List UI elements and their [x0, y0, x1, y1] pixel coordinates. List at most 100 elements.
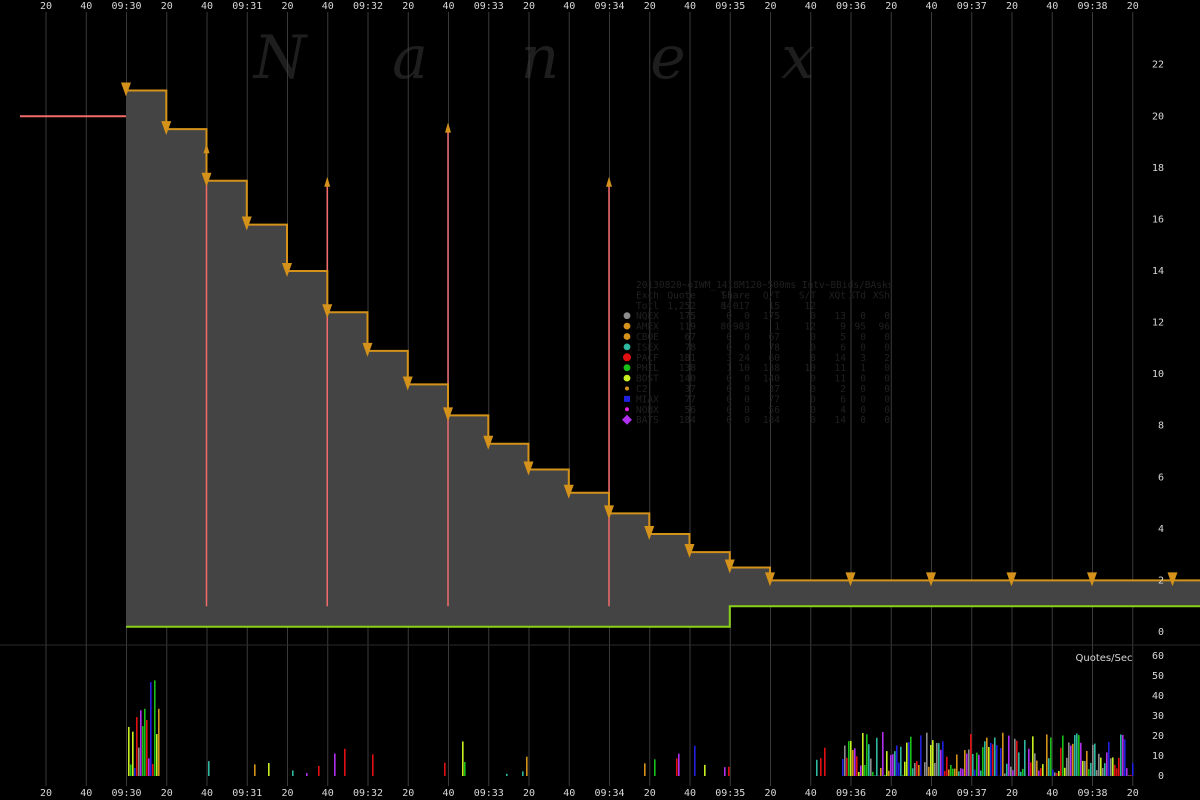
legend-row-cell: 0 — [860, 332, 866, 343]
quotes-per-sec-bar — [948, 769, 950, 776]
legend-row-cell: 0 — [884, 394, 890, 405]
quotes-per-sec-bar — [292, 770, 294, 776]
spike-marker — [324, 176, 331, 187]
quotes-per-sec-bar — [154, 680, 156, 776]
legend-header-cell: XQt — [829, 290, 846, 301]
quotes-per-sec-bar — [1108, 741, 1110, 776]
quotes-per-sec-bar — [506, 773, 508, 776]
legend-row-cell: 138 — [679, 363, 696, 374]
legend-marker — [623, 364, 631, 372]
x-tick-label-bottom: 40 — [1046, 788, 1058, 799]
quotes-per-sec-bar — [372, 754, 374, 776]
x-tick-label-bottom: 40 — [322, 788, 334, 799]
legend-row-cell: 78 — [769, 342, 781, 353]
quotes-per-sec-bar — [842, 759, 844, 776]
legend-row-cell: 0 — [860, 374, 866, 385]
quotes-per-sec-bar — [144, 708, 146, 776]
legend-row-cell: 0 — [884, 363, 890, 374]
legend-row-cell: 0 — [726, 342, 732, 353]
quotes-per-sec-bar — [884, 774, 886, 776]
legend-row-cell: 12 — [805, 322, 816, 333]
x-tick-label-top: 20 — [402, 1, 414, 12]
legend-row-cell: 0 — [726, 374, 732, 385]
quotes-per-sec-bar — [930, 745, 932, 776]
quotes-per-sec-bar — [918, 765, 920, 776]
y-tick-label: 8 — [1158, 421, 1164, 432]
legend-row-cell: 2 — [840, 384, 846, 395]
legend-row-cell: 1 — [726, 363, 732, 374]
y-tick-label: 20 — [1152, 111, 1164, 122]
quotes-per-sec-bar — [910, 736, 912, 776]
quotes-per-sec-bar — [856, 756, 858, 776]
legend-row-cell: 8 — [810, 353, 816, 364]
quotes-per-sec-bar — [522, 771, 524, 776]
legend-row-cell: 5 — [840, 332, 846, 343]
quotes-per-sec-bar — [1060, 747, 1062, 776]
legend-row-cell: 37 — [769, 384, 780, 395]
quotes-per-sec-bar — [268, 763, 270, 776]
quotes-per-sec-bar — [1018, 752, 1020, 776]
volume-tick-label: 30 — [1152, 711, 1164, 722]
x-tick-label-bottom: 40 — [684, 788, 696, 799]
quotes-per-sec-bar — [844, 745, 846, 776]
legend-row-cell: 3 — [860, 353, 866, 364]
quotes-per-sec-bar — [1090, 762, 1092, 776]
quotes-per-sec-bar — [980, 770, 982, 776]
x-tick-label-top: 40 — [563, 1, 575, 12]
legend-row-cell: 140 — [679, 374, 696, 385]
x-tick-label-bottom: 20 — [161, 788, 173, 799]
legend-row-cell: 13 — [835, 311, 846, 322]
x-tick-label-bottom: 09:31 — [232, 788, 262, 799]
legend-row-cell: 184 — [763, 415, 780, 426]
x-tick-label-top: 20 — [523, 1, 535, 12]
bid-ask-spread — [689, 552, 731, 627]
quotes-per-sec-bar — [934, 763, 936, 776]
quotes-per-sec-bar — [882, 732, 884, 776]
x-tick-label-bottom: 20 — [40, 788, 52, 799]
x-tick-label-top: 40 — [442, 1, 454, 12]
quotes-per-sec-bar — [982, 747, 984, 776]
legend-marker — [623, 322, 631, 330]
legend-row-cell: 0 — [744, 405, 750, 416]
legend-marker — [625, 407, 629, 412]
legend-total-cell: 12 — [805, 301, 816, 312]
quotes-per-sec-bar — [1002, 732, 1004, 776]
quotes-per-sec-bar — [900, 746, 902, 776]
quotes-per-sec-bar — [824, 747, 826, 776]
legend-row-cell: 0 — [726, 311, 732, 322]
quotes-per-sec-bar — [1104, 763, 1106, 776]
quotes-per-sec-bar — [152, 763, 154, 776]
quotes-per-sec-bar — [1118, 757, 1120, 776]
legend-row-cell: 60 — [769, 353, 781, 364]
quotes-per-sec-bar — [1030, 762, 1032, 776]
x-tick-label-bottom: 09:32 — [353, 788, 383, 799]
quotes-per-sec-bar — [876, 737, 878, 776]
x-tick-label-bottom: 40 — [80, 788, 92, 799]
quotes-per-sec-bar — [150, 682, 152, 776]
x-tick-label-bottom: 20 — [281, 788, 293, 799]
x-tick-label-bottom: 40 — [201, 788, 213, 799]
quotes-per-sec-bar — [1034, 753, 1036, 776]
quotes-per-sec-bar — [1076, 733, 1078, 776]
quotes-per-sec-bar — [156, 734, 158, 776]
legend-row-cell: 0 — [884, 374, 890, 385]
quotes-per-sec-bar — [888, 770, 890, 776]
legend-row-cell: 95 — [855, 322, 866, 333]
legend-row-cell: 0 — [810, 311, 816, 322]
quotes-per-sec-bar — [1070, 745, 1072, 776]
quotes-per-sec-bar — [1068, 742, 1070, 776]
quotes-per-sec-bar — [1050, 737, 1052, 776]
quotes-per-sec-bar — [1100, 757, 1102, 776]
legend-header-cell: Quote — [667, 290, 696, 301]
quotes-per-sec-bar — [1106, 752, 1108, 776]
quotes-per-sec-bar — [1040, 768, 1042, 776]
quotes-per-sec-bar — [1094, 743, 1096, 776]
x-tick-label-top: 09:30 — [111, 1, 141, 12]
quotes-per-sec-bar — [928, 766, 930, 776]
volume-tick-label: 10 — [1152, 751, 1164, 762]
quotes-per-sec-bar — [864, 765, 866, 776]
y-tick-label: 2 — [1158, 575, 1164, 586]
quotes-per-sec-bar — [1006, 763, 1008, 776]
quotes-per-sec-bar — [944, 770, 946, 776]
quotes-per-sec-bar — [880, 767, 882, 776]
